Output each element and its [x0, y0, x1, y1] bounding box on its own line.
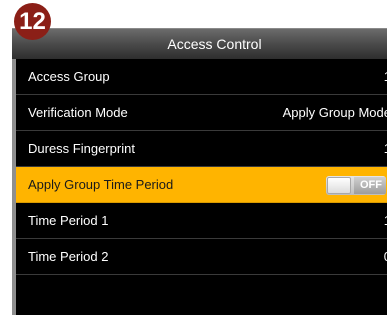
menu-item-label: Time Period 1	[28, 213, 109, 228]
menu-item-access-group[interactable]: Access Group 1	[16, 59, 387, 95]
menu-item-apply-group-time-period[interactable]: Apply Group Time Period OFF	[16, 167, 387, 203]
menu-item-value: Apply Group Mode	[282, 105, 387, 120]
menu-item-label: Access Group	[28, 69, 110, 84]
menu-item-label: Time Period 2	[28, 249, 109, 264]
apply-group-time-period-toggle[interactable]: OFF	[326, 176, 386, 195]
menu-item-time-period-2[interactable]: Time Period 2 0	[16, 239, 387, 275]
menu-item-duress-fingerprint[interactable]: Duress Fingerprint 1	[16, 131, 387, 167]
menu-item-label: Duress Fingerprint	[28, 141, 135, 156]
title-bar: Access Control	[12, 28, 387, 59]
device-screen: Access Control Access Group 1 Verificati…	[12, 28, 387, 315]
screen-title: Access Control	[167, 36, 262, 52]
toggle-knob	[327, 177, 351, 194]
menu-item-time-period-1[interactable]: Time Period 1 1	[16, 203, 387, 239]
step-number-badge: 12	[14, 3, 51, 40]
settings-list: Access Group 1 Verification Mode Apply G…	[16, 59, 387, 275]
menu-item-label: Verification Mode	[28, 105, 128, 120]
menu-item-label: Apply Group Time Period	[28, 177, 174, 192]
toggle-state-label: OFF	[354, 177, 386, 194]
menu-item-verification-mode[interactable]: Verification Mode Apply Group Mode	[16, 95, 387, 131]
